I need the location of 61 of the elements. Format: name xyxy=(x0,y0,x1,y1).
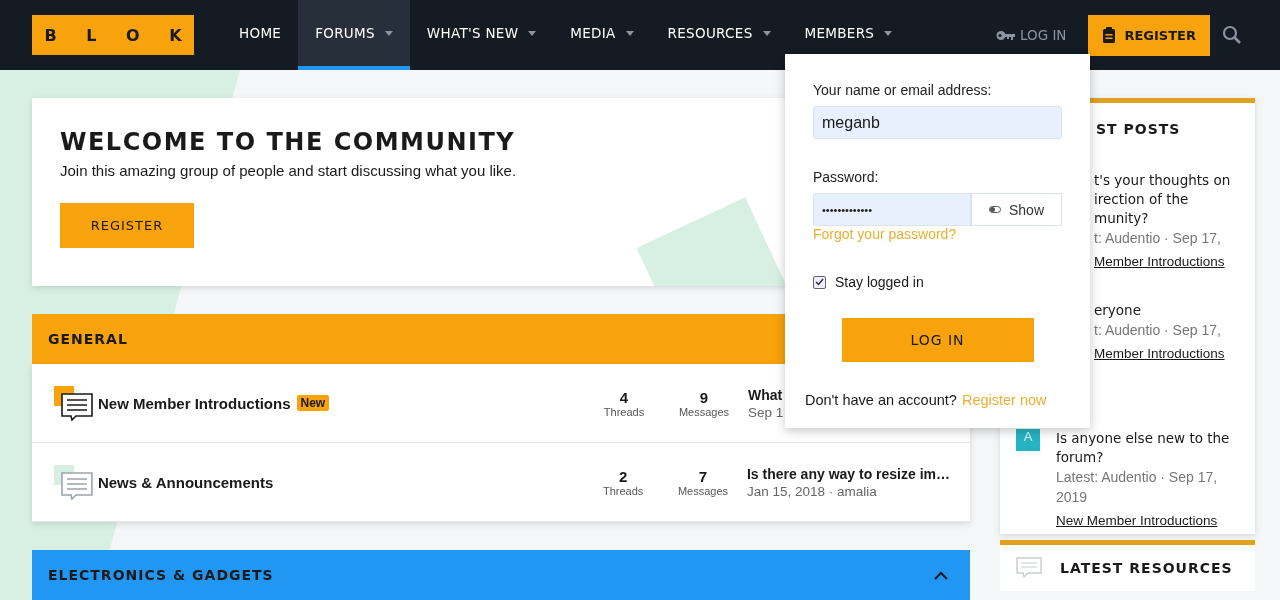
post-title-link[interactable]: Is anyone else new to the xyxy=(1056,429,1230,448)
forum-title-link[interactable]: News & Announcements xyxy=(97,473,274,491)
chat-icon xyxy=(1016,557,1042,579)
password-input-field[interactable]: ••••••••••••• xyxy=(813,193,971,226)
post-meta: Latest: Audentio · Sep 17, xyxy=(1056,468,1219,487)
stat-label: Messages xyxy=(677,484,729,497)
name-input-field[interactable]: meganb xyxy=(813,106,1062,139)
post-meta: 2019 xyxy=(1056,488,1089,507)
nav-tab[interactable]: FORUMS xyxy=(298,0,410,70)
sidebar-title: ST POSTS xyxy=(1096,121,1182,137)
sidebar-title: LATEST RESOURCES xyxy=(1060,560,1233,576)
new-badge: New xyxy=(296,395,330,411)
show-password-button[interactable]: Show xyxy=(971,193,1062,226)
toggle-icon xyxy=(989,206,1001,213)
last-post-meta: Jan 15, 2018 · amalia xyxy=(746,483,878,499)
stat-label: Messages xyxy=(678,405,730,418)
log-in-link[interactable]: LOG IN xyxy=(995,27,1067,43)
section-link[interactable]: New Member Introductions xyxy=(1056,513,1230,528)
section-link[interactable]: Member Introductions xyxy=(1094,346,1225,361)
message-count: 9 xyxy=(699,388,709,406)
post-title-link[interactable]: forum? xyxy=(1056,448,1230,467)
last-post-link[interactable]: Is there any way to resize im… xyxy=(746,465,950,482)
welcome-title: WELCOME TO THE COMMUNITY xyxy=(60,128,517,156)
register-button[interactable]: REGISTER xyxy=(1088,14,1210,56)
category-header[interactable]: ELECTRONICS & GADGETS xyxy=(32,550,970,600)
stat-label: Threads xyxy=(602,484,644,497)
post-title-link[interactable]: t's your thoughts on xyxy=(1094,171,1231,190)
nav-tab[interactable]: HOME xyxy=(222,0,299,70)
post-meta: t: Audentio · Sep 17, xyxy=(1094,229,1222,248)
stat-label: Threads xyxy=(603,405,645,418)
site-logo[interactable]: B L O K xyxy=(32,15,194,55)
register-button[interactable]: REGISTER xyxy=(60,203,194,248)
forum-title-link[interactable]: New Member Introductions xyxy=(98,394,291,412)
field-label: Your name or email address: xyxy=(813,82,993,98)
log-in-button[interactable]: LOG IN xyxy=(841,318,1034,362)
thread-count: 2 xyxy=(618,467,628,485)
chevron-up-icon[interactable] xyxy=(934,570,948,580)
key-icon xyxy=(995,29,1016,41)
last-post-link[interactable]: What xyxy=(748,386,784,403)
category-title: GENERAL xyxy=(48,331,128,347)
avatar: A xyxy=(1016,429,1040,451)
checkbox-label: Stay logged in xyxy=(835,274,924,290)
post-title-link[interactable]: eryone xyxy=(1094,301,1225,320)
welcome-text: Join this amazing group of people and start discussing what you like. xyxy=(60,162,517,179)
field-label: Password: xyxy=(813,169,880,185)
message-count: 7 xyxy=(698,467,708,485)
last-post-meta: Sep 1 xyxy=(748,404,784,420)
post-meta: t: Audentio · Sep 17, xyxy=(1094,321,1222,340)
checkbox[interactable] xyxy=(813,275,826,289)
search-icon[interactable] xyxy=(1222,25,1242,45)
clipboard-icon xyxy=(1102,27,1117,43)
nav-tab[interactable]: RESOURCES xyxy=(650,0,788,70)
category-title: ELECTRONICS & GADGETS xyxy=(48,567,274,583)
thread-count: 4 xyxy=(619,388,629,406)
section-link[interactable]: Member Introductions xyxy=(1094,254,1231,269)
no-account-text: Don't have an account? xyxy=(805,392,957,408)
post-title-link[interactable]: irection of the xyxy=(1094,190,1231,209)
nav-tab[interactable]: WHAT'S NEW xyxy=(409,0,554,70)
nav-tab[interactable]: MEMBERS xyxy=(787,0,910,70)
post-title-link[interactable]: munity? xyxy=(1094,209,1231,228)
nav-tab[interactable]: MEDIA xyxy=(553,0,651,70)
